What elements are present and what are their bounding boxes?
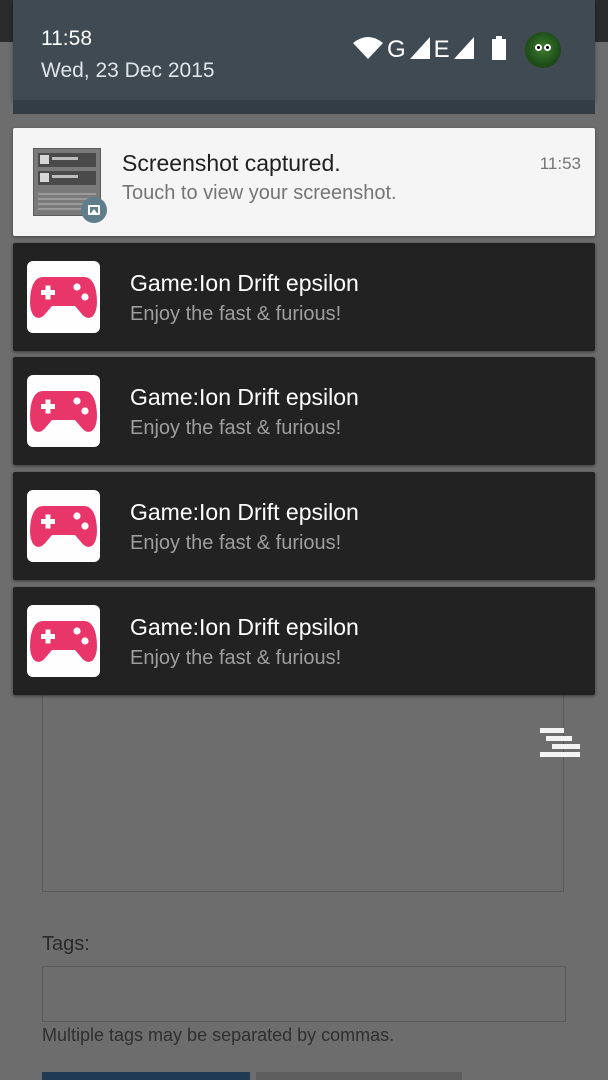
notification-text: Enjoy the fast & furious! [130,417,342,439]
status-icons: G E [353,32,506,68]
notification-time: 11:53 [539,154,581,173]
screenshot-notification[interactable]: Screenshot captured. Touch to view your … [13,128,595,236]
clock: 11:58 [41,27,92,50]
tags-label: Tags: [42,933,90,955]
network-type-e: E [433,36,450,63]
notification-text: Enjoy the fast & furious! [130,647,342,669]
gamepad-icon [27,261,100,333]
collapse-icon[interactable] [538,728,580,758]
notification-title: Game:Ion Drift epsilon [130,614,359,640]
notification-shade-header: 11:58 Wed, 23 Dec 2015 G E [13,0,595,100]
gamepad-icon [27,375,100,447]
image-icon [81,197,107,223]
game-notification[interactable]: Game:Ion Drift epsilon Enjoy the fast & … [13,357,595,465]
notification-text: Enjoy the fast & furious! [130,532,342,554]
notification-title: Screenshot captured. [122,150,341,176]
notification-title: Game:Ion Drift epsilon [130,384,359,410]
wifi-icon [353,36,383,65]
signal-icon-2 [453,36,474,64]
background-primary-button[interactable] [42,1072,250,1080]
game-notification[interactable]: Game:Ion Drift epsilon Enjoy the fast & … [13,243,595,351]
notification-title: Game:Ion Drift epsilon [130,270,359,296]
notification-title: Game:Ion Drift epsilon [130,499,359,525]
signal-icon [409,36,430,64]
background-secondary-button[interactable] [256,1072,462,1080]
battery-icon [491,35,506,65]
shade-header-strip [13,100,595,114]
game-notification[interactable]: Game:Ion Drift epsilon Enjoy the fast & … [13,472,595,580]
notification-text: Touch to view your screenshot. [122,182,397,204]
notification-text: Enjoy the fast & furious! [130,303,342,325]
game-notification[interactable]: Game:Ion Drift epsilon Enjoy the fast & … [13,587,595,695]
network-type-g: G [387,36,406,63]
gamepad-icon [27,605,100,677]
background-editor-area [42,690,564,892]
gamepad-icon [27,490,100,562]
date: Wed, 23 Dec 2015 [41,59,215,82]
avatar[interactable] [525,32,561,68]
tags-input[interactable] [42,966,566,1022]
tags-hint: Multiple tags may be separated by commas… [42,1025,395,1045]
